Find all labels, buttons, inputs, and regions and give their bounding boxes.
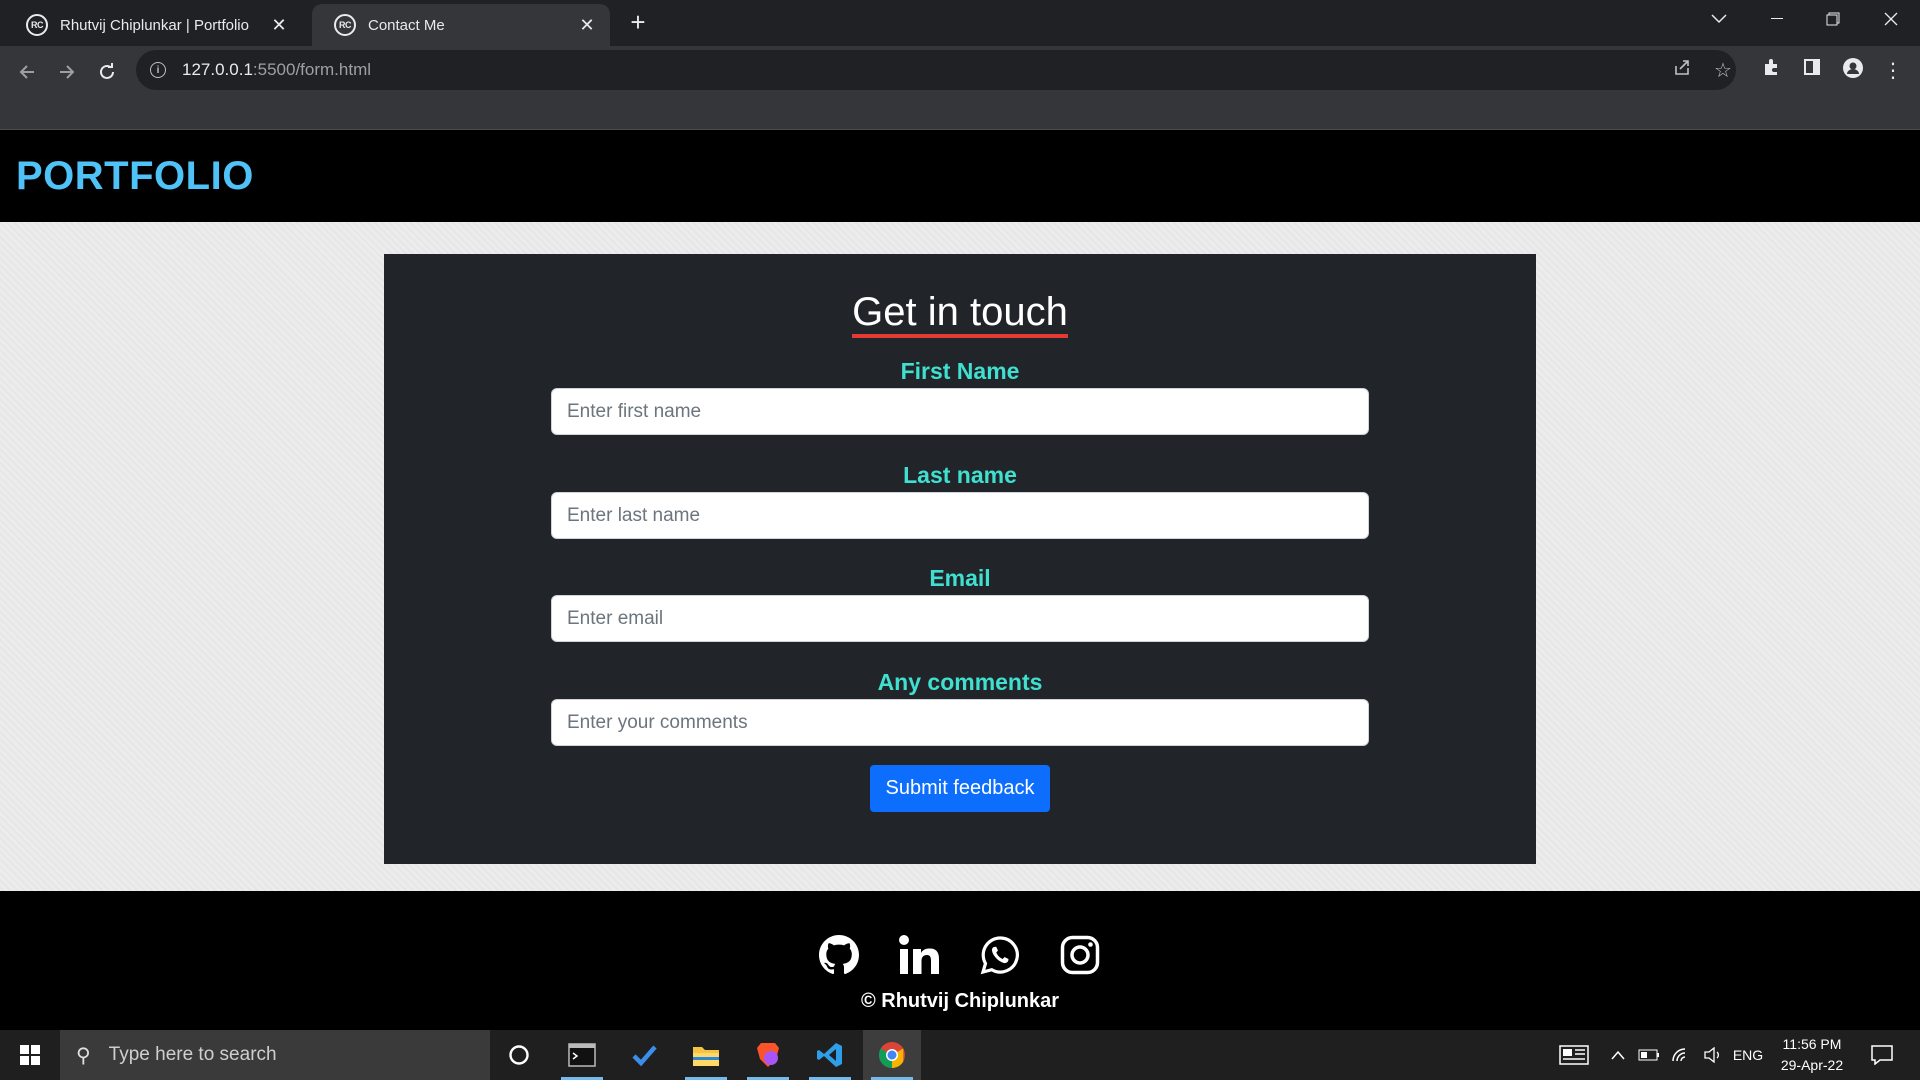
site-header: PORTFOLIO	[0, 130, 1920, 222]
wifi-icon[interactable]	[1666, 1030, 1696, 1080]
taskbar-search-placeholder: Type here to search	[108, 1044, 277, 1065]
clock-date: 29-Apr-22	[1780, 1057, 1844, 1073]
page-content: PORTFOLIO Get in touch First Name Last n…	[0, 130, 1920, 1030]
chrome-app-icon[interactable]	[863, 1030, 921, 1080]
url-host: 127.0.0.1	[182, 60, 253, 79]
form-heading: Get in touch	[384, 290, 1536, 338]
last-name-label: Last name	[903, 462, 1017, 488]
favicon-icon: RC	[26, 14, 48, 36]
copyright-text: © Rhutvij Chiplunkar	[860, 990, 1060, 1012]
linkedin-icon[interactable]	[897, 933, 941, 977]
menu-kebab-icon[interactable]: ⋮	[1879, 58, 1907, 83]
battery-icon[interactable]	[1634, 1030, 1664, 1080]
browser-toolbar: i 127.0.0.1:5500/form.html ☆ ⋮	[0, 46, 1920, 130]
github-icon[interactable]	[817, 933, 861, 977]
terminal-app-icon[interactable]	[553, 1030, 611, 1080]
tab-contact-me[interactable]: RC Contact Me ✕	[312, 4, 610, 46]
tab-title: Contact Me	[368, 16, 445, 34]
site-footer: © Rhutvij Chiplunkar	[0, 891, 1920, 1030]
windows-taskbar: ⚲ Type here to search ENG 11:56 PM 29-Ap…	[0, 1030, 1920, 1080]
search-icon: ⚲	[76, 1044, 91, 1067]
reload-icon[interactable]	[89, 54, 125, 90]
close-tab-icon[interactable]: ✕	[268, 15, 290, 36]
new-tab-button[interactable]: +	[622, 6, 654, 38]
instagram-icon[interactable]	[1058, 933, 1102, 977]
minimize-icon[interactable]	[1754, 0, 1800, 38]
address-bar[interactable]: i 127.0.0.1:5500/form.html	[136, 50, 1736, 90]
contact-form-card: Get in touch First Name Last name Email …	[384, 254, 1536, 864]
news-widget-icon[interactable]	[1552, 1030, 1596, 1080]
email-label: Email	[929, 565, 991, 591]
extensions-icon[interactable]	[1757, 58, 1785, 82]
back-icon[interactable]	[9, 54, 45, 90]
cortana-icon[interactable]	[490, 1030, 548, 1080]
brave-browser-icon[interactable]	[739, 1030, 797, 1080]
profile-icon[interactable]	[1839, 58, 1867, 84]
url-path: :5500/form.html	[252, 60, 372, 79]
tab-portfolio[interactable]: RC Rhutvij Chiplunkar | Portfolio ✕	[4, 4, 302, 46]
close-window-icon[interactable]	[1868, 0, 1914, 38]
windows-start-icon[interactable]	[0, 1030, 60, 1080]
email-input[interactable]	[551, 595, 1369, 642]
first-name-label: First Name	[900, 358, 1020, 384]
side-panel-icon[interactable]	[1798, 58, 1826, 82]
comments-label: Any comments	[877, 669, 1043, 695]
last-name-input[interactable]	[551, 492, 1369, 539]
clock-time: 11:56 PM	[1782, 1036, 1842, 1052]
taskbar-search-box[interactable]: ⚲ Type here to search	[60, 1030, 490, 1080]
taskbar-clock[interactable]: 11:56 PM 29-Apr-22	[1762, 1034, 1862, 1076]
bookmark-star-icon[interactable]: ☆	[1709, 58, 1737, 83]
close-tab-icon[interactable]: ✕	[576, 15, 598, 36]
chevron-up-icon[interactable]	[1604, 1030, 1632, 1080]
forward-icon[interactable]	[49, 54, 85, 90]
restore-icon[interactable]	[1810, 0, 1856, 38]
comments-input[interactable]	[551, 699, 1369, 746]
browser-tabstrip: RC Rhutvij Chiplunkar | Portfolio ✕ RC C…	[0, 0, 1920, 46]
todo-app-icon[interactable]	[615, 1030, 673, 1080]
favicon-icon: RC	[334, 14, 356, 36]
tab-search-icon[interactable]	[1696, 0, 1742, 38]
file-explorer-icon[interactable]	[677, 1030, 735, 1080]
share-icon[interactable]	[1668, 58, 1696, 82]
notification-center-icon[interactable]	[1864, 1030, 1900, 1080]
tab-title: Rhutvij Chiplunkar | Portfolio	[60, 16, 249, 34]
site-info-icon[interactable]: i	[150, 62, 166, 78]
first-name-input[interactable]	[551, 388, 1369, 435]
whatsapp-icon[interactable]	[978, 933, 1022, 977]
brand-logo[interactable]: PORTFOLIO	[16, 154, 254, 199]
volume-icon[interactable]	[1698, 1030, 1728, 1080]
vscode-icon[interactable]	[801, 1030, 859, 1080]
submit-feedback-button[interactable]: Submit feedback	[870, 765, 1050, 812]
